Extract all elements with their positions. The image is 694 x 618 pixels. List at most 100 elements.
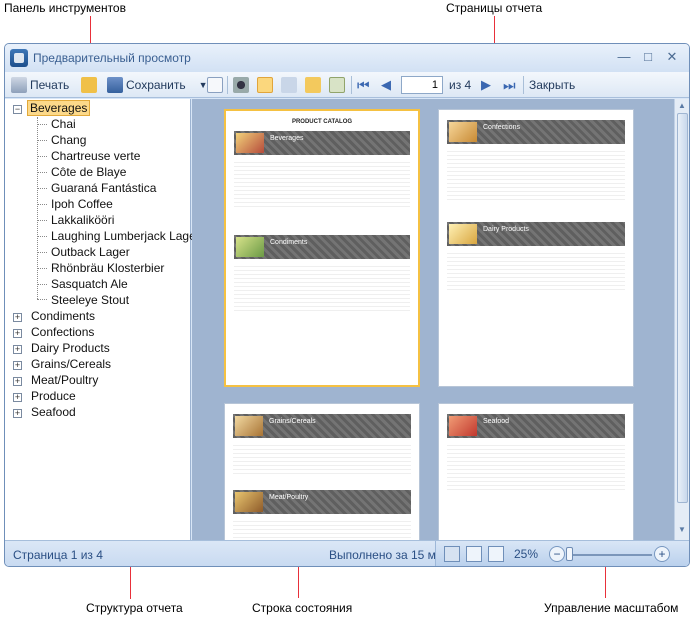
binoculars-icon	[233, 77, 249, 93]
separator	[351, 76, 352, 94]
watermark-button[interactable]	[329, 75, 345, 95]
tree-item-product[interactable]: Chang	[51, 133, 86, 147]
category-image	[449, 416, 477, 436]
category-band: Confections	[447, 120, 625, 144]
scroll-thumb[interactable]	[677, 113, 688, 503]
separator	[227, 76, 228, 94]
tree-item-product[interactable]: Outback Lager	[51, 245, 130, 259]
expand-icon[interactable]: +	[13, 409, 22, 418]
tree-item-product[interactable]: Ipoh Coffee	[51, 197, 113, 211]
minimize-icon[interactable]: —	[615, 49, 633, 65]
toolbar: Печать Сохранить ▼ ⏮ ◀ 1 из 4 ▶ ⏭ Закрыт…	[5, 72, 689, 98]
scroll-down-icon[interactable]: ▼	[678, 525, 686, 534]
report-page[interactable]: Seafood	[438, 403, 634, 540]
view-single-icon[interactable]	[444, 546, 460, 562]
expand-icon[interactable]: +	[13, 377, 22, 386]
expand-icon[interactable]: +	[13, 345, 22, 354]
tree-item-product[interactable]: Lakkalikööri	[51, 213, 114, 227]
tree-item-beverages[interactable]: Beverages	[27, 100, 91, 116]
folder-icon	[81, 77, 97, 93]
report-page[interactable]: Confections Dairy Products	[438, 109, 634, 387]
open-button[interactable]	[81, 75, 97, 95]
window-title: Предварительный просмотр	[33, 51, 191, 65]
tree-item-product[interactable]: Côte de Blaye	[51, 165, 126, 179]
tree-item-product[interactable]: Chartreuse verte	[51, 149, 140, 163]
tree-item-product[interactable]: Sasquatch Ale	[51, 277, 128, 291]
callout-pages: Страницы отчета	[446, 1, 543, 15]
tree-item-group[interactable]: Seafood	[31, 405, 76, 419]
view-multi-icon[interactable]	[488, 546, 504, 562]
report-page[interactable]: Grains/Cereals Meat/Poultry	[224, 403, 420, 540]
callout-structure: Структура отчета	[86, 601, 183, 615]
preview-window: Предварительный просмотр — □ ✕ Печать Со…	[4, 43, 690, 567]
zoom-slider-thumb[interactable]	[566, 547, 573, 561]
callout-status: Строка состояния	[252, 601, 353, 615]
email-button[interactable]	[207, 75, 223, 95]
status-bar: Страница 1 из 4 Выполнено за 15 мс 25% −…	[5, 540, 689, 566]
edit-button[interactable]	[305, 75, 321, 95]
last-page-icon[interactable]: ⏭	[503, 75, 516, 95]
category-band: Beverages	[234, 131, 410, 155]
separator	[523, 76, 524, 94]
title-bar: Предварительный просмотр — □ ✕	[5, 44, 689, 72]
floppy-icon	[107, 77, 123, 93]
save-button[interactable]: Сохранить ▼	[107, 75, 208, 95]
watermark-icon	[329, 77, 345, 93]
tree-item-product[interactable]: Guaraná Fantástica	[51, 181, 156, 195]
tree-panel-icon	[257, 77, 273, 93]
expand-icon[interactable]: +	[13, 313, 22, 322]
callout-toolbar: Панель инструментов	[4, 1, 126, 15]
category-image	[235, 416, 263, 436]
expand-icon[interactable]: +	[13, 393, 22, 402]
view-page-icon[interactable]	[466, 546, 482, 562]
vertical-scrollbar[interactable]: ▲ ▼	[674, 99, 689, 540]
close-button[interactable]: Закрыть	[529, 75, 575, 95]
zoom-in-icon[interactable]: +	[654, 546, 670, 562]
tree-item-group[interactable]: Grains/Cereals	[31, 357, 111, 371]
page-count-label: из 4	[449, 78, 472, 92]
page-setup-button[interactable]	[281, 75, 297, 95]
first-page-icon[interactable]: ⏮	[357, 75, 370, 95]
category-image	[236, 133, 264, 153]
find-button[interactable]	[233, 75, 249, 95]
tree-item-product[interactable]: Laughing Lumberjack Lager	[51, 229, 200, 243]
pencil-icon	[305, 77, 321, 93]
page-number-input[interactable]: 1	[401, 76, 443, 94]
maximize-icon[interactable]: □	[639, 49, 657, 65]
tree-item-group[interactable]: Confections	[31, 325, 94, 339]
scroll-up-icon[interactable]: ▲	[678, 101, 686, 110]
expand-icon[interactable]: +	[13, 361, 22, 370]
expand-icon[interactable]: +	[13, 329, 22, 338]
tree-item-group[interactable]: Dairy Products	[31, 341, 110, 355]
report-structure-panel: − Beverages Chai Chang Chartreuse verte …	[5, 99, 200, 540]
tree-item-product[interactable]: Chai	[51, 117, 76, 131]
tree-item-product[interactable]: Rhönbräu Klosterbier	[51, 261, 164, 275]
zoom-out-icon[interactable]: −	[549, 546, 565, 562]
category-image	[449, 224, 477, 244]
tree-item-group[interactable]: Meat/Poultry	[31, 373, 98, 387]
tree-item-group[interactable]: Condiments	[31, 309, 95, 323]
page-setup-icon	[281, 77, 297, 93]
category-image	[235, 492, 263, 512]
zoom-control: 25% − +	[435, 541, 689, 566]
collapse-icon[interactable]: −	[13, 105, 22, 114]
print-button[interactable]: Печать	[11, 75, 69, 95]
page-preview-area[interactable]: PRODUCT CATALOG Beverages Condiments Con…	[192, 99, 674, 540]
tree-item-group[interactable]: Produce	[31, 389, 76, 403]
category-band: Dairy Products	[447, 222, 625, 246]
envelope-icon	[207, 77, 223, 93]
printer-icon	[11, 77, 27, 93]
callout-zoom: Управление масштабом	[544, 601, 679, 615]
category-image	[236, 237, 264, 257]
report-page[interactable]: PRODUCT CATALOG Beverages Condiments	[224, 109, 420, 387]
category-image	[449, 122, 477, 142]
close-window-icon[interactable]: ✕	[663, 49, 681, 65]
category-band: Seafood	[447, 414, 625, 438]
next-page-icon[interactable]: ▶	[481, 75, 491, 95]
app-icon	[10, 49, 28, 67]
tree-item-product[interactable]: Steeleye Stout	[51, 293, 129, 307]
zoom-level: 25%	[514, 547, 539, 561]
zoom-slider-track[interactable]	[568, 554, 652, 556]
structure-toggle-button[interactable]	[257, 75, 273, 95]
prev-page-icon[interactable]: ◀	[381, 75, 391, 95]
